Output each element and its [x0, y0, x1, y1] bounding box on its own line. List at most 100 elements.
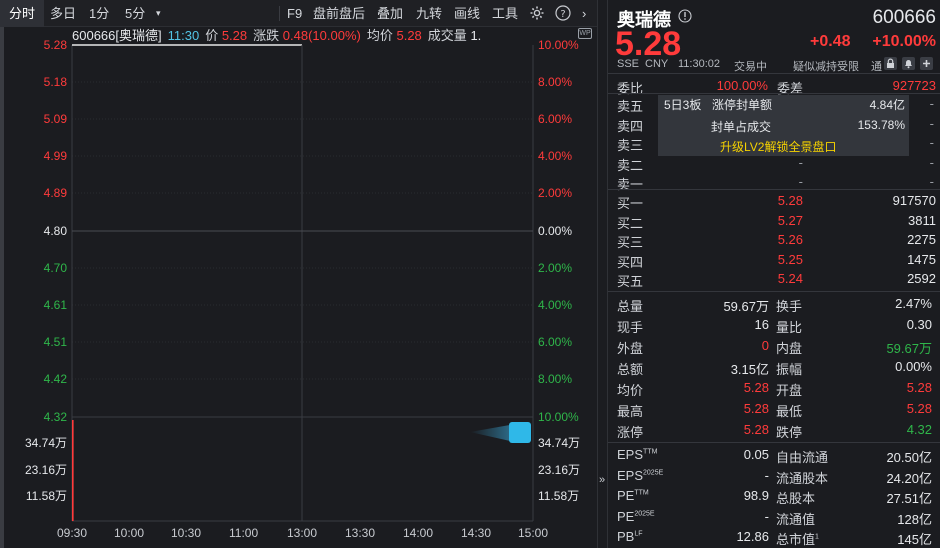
metric-name: EPS: [617, 447, 644, 462]
fundamental-label: EPSTTM: [617, 447, 657, 462]
info-icon[interactable]: [678, 9, 692, 23]
metric-basis: 2025E: [634, 510, 655, 518]
fundamental-label: 总股本: [776, 488, 815, 507]
bell-icon[interactable]: [902, 57, 915, 70]
notice-text[interactable]: 疑似减持受限: [793, 58, 859, 74]
ask-price: -: [798, 174, 803, 189]
volume-tick-label: 23.16万: [538, 463, 581, 477]
seal-ratio-label: 封单占成交: [711, 120, 772, 134]
lock-icon[interactable]: [884, 57, 897, 70]
pre-post-market-button[interactable]: 盘前盘后: [313, 0, 365, 27]
add-watchlist-icon[interactable]: [920, 57, 933, 70]
stat-label: 最高: [617, 404, 644, 419]
metric-basis: TTM: [643, 448, 658, 456]
ask-level-label: 卖三: [617, 138, 644, 153]
tab-1min[interactable]: 1分: [89, 0, 109, 27]
metric-basis: 2025E: [643, 469, 664, 477]
bid-price: 5.28: [777, 193, 803, 208]
volume-tick-label: 34.74万: [24, 436, 67, 450]
stat-label: 现手: [617, 320, 644, 335]
draw-line-button[interactable]: 画线: [454, 0, 480, 27]
volume-value: 1.: [470, 28, 482, 43]
price-tick-label: 4.51: [43, 335, 67, 349]
panel-divider[interactable]: [597, 0, 607, 548]
ask-volume: -: [929, 135, 934, 150]
fundamental-value: 145亿: [897, 532, 932, 547]
fundamental-label: PETTM: [617, 488, 649, 503]
seal-amount-label: 涨停封单额: [712, 98, 773, 112]
stat-value: 5.28: [906, 401, 932, 416]
currency: CNY: [645, 58, 669, 70]
time-tick-label: 13:30: [345, 526, 376, 540]
bid-volume: 3811: [908, 212, 936, 228]
volume-tick-label: 23.16万: [24, 463, 67, 477]
overlay-button[interactable]: 叠加: [377, 0, 403, 27]
ask-volume: -: [929, 174, 934, 189]
stock-code-name: 600666[奥瑞德]: [72, 28, 162, 43]
fundamental-label: PBLF: [617, 529, 643, 544]
bid-volume: 917570: [892, 193, 936, 208]
fundamental-label: 总市值1: [776, 529, 819, 548]
percent-tick-label: 10.00%: [538, 38, 579, 52]
stat-label: 换手: [776, 299, 803, 314]
weicha-value: 927723: [892, 78, 936, 93]
divider: [608, 442, 940, 443]
fundamental-value: 0.05: [743, 447, 769, 462]
metric-name: EPS: [617, 467, 644, 483]
chevron-right-icon[interactable]: ›: [582, 0, 586, 27]
fundamental-value: 12.86: [736, 529, 769, 544]
nine-turn-button[interactable]: 九转: [416, 0, 442, 27]
wp-badge-icon[interactable]: WP: [578, 28, 592, 39]
divider: [608, 73, 940, 74]
fundamental-value: -: [764, 508, 769, 524]
help-icon[interactable]: ?: [554, 4, 572, 22]
percent-tick-label: 6.00%: [538, 112, 573, 126]
change-value: 0.48(10.00%): [282, 28, 361, 43]
stat-label: 涨停: [617, 425, 644, 440]
cursor-trail: [470, 425, 510, 441]
metric-name: PB: [617, 529, 635, 544]
collapse-panel-icon[interactable]: »: [599, 474, 605, 486]
ask-volume: -: [929, 115, 934, 131]
stat-value: 2.47%: [895, 296, 932, 311]
price-tick-label: 4.61: [43, 298, 67, 312]
bid-price: 5.25: [777, 251, 803, 267]
settings-gear-icon[interactable]: [528, 4, 546, 22]
notice-tag[interactable]: 通: [871, 58, 882, 74]
divider: [608, 93, 940, 94]
percent-tick-label: 8.00%: [538, 372, 573, 386]
ask-price: -: [798, 154, 803, 170]
panel-scroll-strip[interactable]: [0, 27, 4, 548]
price-change-pct: +10.00%: [872, 33, 936, 50]
f9-button[interactable]: F9: [287, 0, 302, 27]
fundamental-value: 20.50亿: [886, 450, 932, 465]
fundamental-label: PE2025E: [617, 509, 655, 524]
period-dropdown-icon[interactable]: ▾: [156, 0, 161, 27]
stat-label: 内盘: [776, 341, 803, 356]
time-tick-label: 14:00: [403, 526, 434, 540]
tab-intraday[interactable]: 分时: [0, 0, 44, 27]
volume-bar: [72, 420, 74, 521]
quote-time: 11:30:02: [678, 58, 721, 70]
upgrade-lv2-link[interactable]: 升级LV2解锁全景盘口: [720, 138, 836, 155]
toolbar-divider: [279, 6, 280, 21]
avg-label: 均价: [366, 28, 393, 43]
svg-text:?: ?: [560, 9, 565, 20]
tab-multiday[interactable]: 多日: [50, 0, 76, 27]
price-tick-label: 5.18: [43, 75, 67, 89]
bid-price: 5.27: [777, 212, 803, 228]
ask-volume: -: [929, 154, 934, 170]
volume-tick-label: 11.58万: [25, 489, 67, 503]
cursor-time: 11:30: [167, 28, 200, 43]
price-tick-label: 4.32: [43, 410, 67, 424]
chart-info-bar: 600666[奥瑞德] 11:30 价 5.28 涨跌 0.48(10.00%) 均价 …: [72, 27, 481, 45]
tab-5min[interactable]: 5分: [125, 0, 145, 27]
stat-value: 5.28: [743, 422, 769, 437]
stat-label: 开盘: [776, 383, 803, 398]
weibi-value: 100.00%: [716, 78, 768, 93]
stat-label: 量比: [776, 320, 803, 335]
bid-level-label: 买四: [617, 254, 644, 270]
time-tick-label: 15:00: [518, 526, 549, 540]
tools-button[interactable]: 工具: [492, 0, 518, 27]
live-cursor-marker: [509, 422, 531, 443]
